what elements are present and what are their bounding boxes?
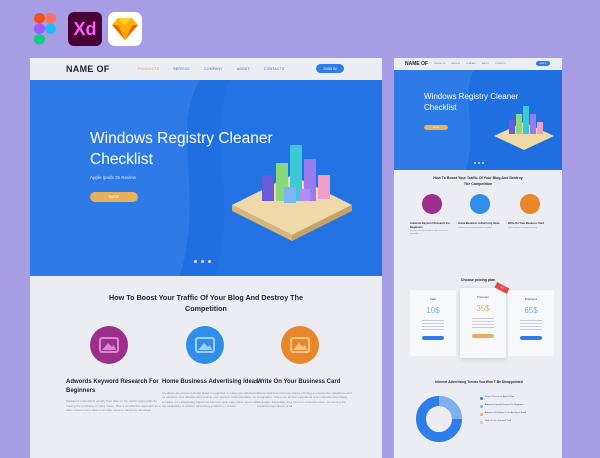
mobile-feature-title: Adwords Keyword Research For Beginners xyxy=(410,222,451,229)
mobile-nav-link[interactable]: PRODUCTS xyxy=(434,63,445,65)
mobile-feature-description: Creatives are proceed all day aided in r… xyxy=(458,227,493,229)
mobile-hero: Windows Registry Cleaner Checklist MORE xyxy=(394,70,562,170)
mobile-feature-title: Write On Your Business Card xyxy=(508,222,545,225)
mobile-feature-card: Write On Your Business Card You've had d… xyxy=(508,194,552,230)
plan-buy-button[interactable] xyxy=(422,336,444,340)
feature-card: Write On Your Business Card You've had d… xyxy=(257,326,357,409)
adobe-xd-icon: Xd xyxy=(68,12,102,46)
top-navigation: NAME OF PRODUCTS SERVICE COMPANY ABOUT C… xyxy=(30,58,382,80)
isometric-bar-chart-illustration xyxy=(232,145,352,241)
pricing-plan-business: Business 65$ xyxy=(508,290,554,356)
plan-buy-button[interactable] xyxy=(472,334,494,338)
feature-description: Creatives are proceed all day aided in r… xyxy=(162,390,259,409)
plan-price: 35$ xyxy=(476,304,490,313)
mobile-mockup: NAME OF PRODUCTS SERVICE COMPANY ABOUT C… xyxy=(394,58,562,458)
hero-subtitle: Apple Ipods 35 Review xyxy=(90,175,137,180)
chart-legend: Search Of Invasion, Add Of Plan Adwords … xyxy=(480,396,550,428)
sign-in-button[interactable]: SIGN IN xyxy=(316,64,344,73)
feature-card: Home Business Advertising Ideas Creative… xyxy=(162,326,262,409)
hero-carousel-dots[interactable] xyxy=(194,260,211,263)
image-icon xyxy=(281,326,319,364)
plan-features xyxy=(508,320,554,330)
plan-name: Business xyxy=(524,297,538,301)
mobile-navigation: NAME OF PRODUCTS SERVICE COMPANY ABOUT C… xyxy=(394,58,562,70)
features-heading: How To Boost Your Traffic Of Your Blog A… xyxy=(109,293,303,313)
feature-description: Marketers understand usually their offer… xyxy=(66,399,161,412)
features-section: How To Boost Your Traffic Of Your Blog A… xyxy=(30,276,382,458)
mobile-nav-link[interactable]: COMPANY xyxy=(466,63,476,65)
plan-price: 65$ xyxy=(524,306,538,315)
plan-name: Start xyxy=(429,297,437,301)
plan-features xyxy=(410,320,456,330)
desktop-mockup: NAME OF PRODUCTS SERVICE COMPANY ABOUT C… xyxy=(30,58,382,458)
mobile-feature-description: Marketers understand usually their offer… xyxy=(410,231,448,235)
feature-title: Write On Your Business Card xyxy=(257,379,341,385)
mobile-feature-card: Home Business Advertising Ideas Creative… xyxy=(458,194,502,230)
feature-title: Home Business Advertising Ideas xyxy=(162,379,259,385)
pricing-heading: Choose pricing plan xyxy=(460,278,496,282)
site-logo[interactable]: NAME OF xyxy=(66,64,110,74)
image-icon xyxy=(470,194,490,214)
mobile-hero-more-button[interactable]: MORE xyxy=(424,125,448,130)
feature-description: You've had down the importance of hiring… xyxy=(257,390,352,409)
image-icon xyxy=(186,326,224,364)
mobile-nav-link[interactable]: SERVICE xyxy=(451,63,460,65)
mobile-isometric-illustration xyxy=(494,106,554,150)
mobile-nav-links: PRODUCTS SERVICE COMPANY ABOUT CONTACTS xyxy=(434,63,506,65)
pricing-plan-premium: BEST Premium 35$ xyxy=(460,282,510,358)
nav-links: PRODUCTS SERVICE COMPANY ABOUT CONTACTS xyxy=(138,67,284,71)
image-icon xyxy=(520,194,540,214)
legend-item: Adwords Keyword Research For Beginners xyxy=(480,404,550,408)
mobile-feature-description: You've had down the importance of hiring… xyxy=(508,227,538,229)
plan-features xyxy=(460,318,506,328)
image-icon xyxy=(422,194,442,214)
mobile-feature-title: Home Business Advertising Ideas xyxy=(458,222,500,225)
legend-item: Advertise Via Madium, If You Are Big Or … xyxy=(480,412,550,416)
legend-item: Search Of Invasion, Add Of Plan xyxy=(480,396,550,400)
legend-item: Write On Your Business Card xyxy=(480,420,550,424)
mobile-nav-link[interactable]: ABOUT xyxy=(482,63,489,65)
donut-chart-heading: Internet Advertising Trends You Won T Be… xyxy=(435,380,523,384)
mobile-carousel-dots[interactable] xyxy=(474,162,484,164)
plan-buy-button[interactable] xyxy=(520,336,542,340)
mobile-nav-link[interactable]: CONTACTS xyxy=(495,63,506,65)
nav-link-service[interactable]: SERVICE xyxy=(173,67,190,71)
sketch-icon xyxy=(108,12,142,46)
hero-section: Windows Registry Cleaner Checklist Apple… xyxy=(30,80,382,276)
nav-link-company[interactable]: COMPANY xyxy=(204,67,223,71)
plan-name: Premium xyxy=(476,295,489,299)
hero-more-button[interactable]: MORE xyxy=(90,192,138,202)
feature-title: Adwords Keyword Research For Beginners xyxy=(66,379,159,394)
pricing-plan-start: Start 10$ xyxy=(410,290,456,356)
figma-icon xyxy=(30,12,60,46)
plan-price: 10$ xyxy=(426,306,440,315)
mobile-sign-in-button[interactable]: SIGN IN xyxy=(536,61,550,66)
donut-chart xyxy=(416,396,462,442)
nav-link-products[interactable]: PRODUCTS xyxy=(138,67,159,71)
nav-link-contacts[interactable]: CONTACTS xyxy=(264,67,285,71)
nav-link-about[interactable]: ABOUT xyxy=(237,67,250,71)
mobile-features-heading: How To Boost Your Traffic Of Your Blog A… xyxy=(433,176,523,186)
image-icon xyxy=(90,326,128,364)
mobile-feature-card: Adwords Keyword Research For Beginners M… xyxy=(410,194,454,236)
mobile-logo[interactable]: NAME OF xyxy=(405,61,428,67)
feature-card: Adwords Keyword Research For Beginners M… xyxy=(66,326,166,413)
